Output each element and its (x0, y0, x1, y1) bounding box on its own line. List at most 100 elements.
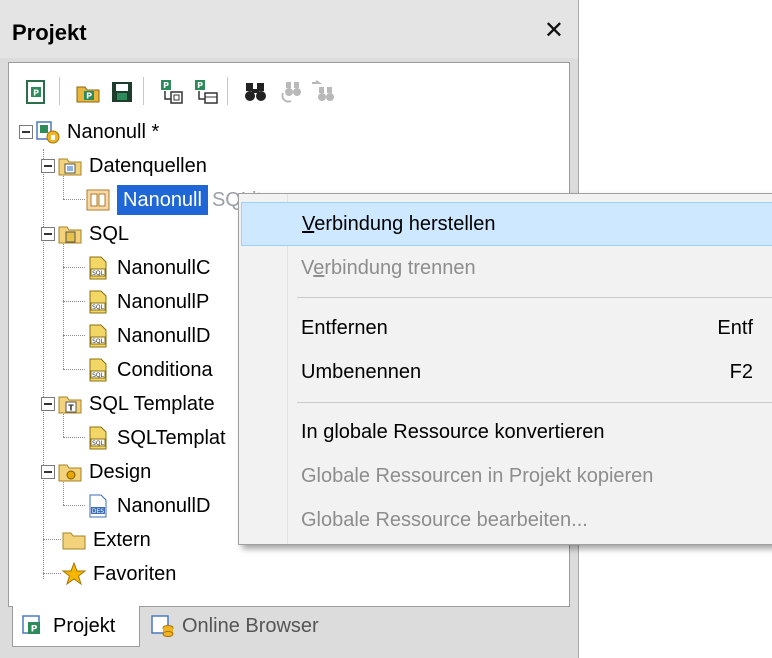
menu-item-umbenennen[interactable]: Umbenennen F2 (241, 350, 772, 394)
svg-text:T: T (68, 404, 74, 413)
save-project-icon[interactable] (109, 79, 135, 105)
menu-item-globale-ressourcen-kopieren[interactable]: Globale Ressourcen in Projekt kopieren (241, 454, 772, 498)
tree-item-datenquellen[interactable]: Datenquellen (41, 149, 207, 183)
menu-item-label: Entfernen (301, 316, 388, 339)
toolbar-separator (59, 77, 60, 105)
svg-text:SQL: SQL (92, 372, 105, 379)
svg-text:SQL: SQL (92, 338, 105, 345)
menu-item-shortcut: F2 (729, 360, 753, 383)
tree-item-label: NanonullC (117, 257, 211, 279)
open-project-icon[interactable]: P (75, 79, 101, 105)
tree-item-label: Nanonull * (67, 121, 160, 143)
menu-item-verbindung-herstellen[interactable]: Verbindung herstellen (241, 202, 772, 246)
tree-item-label: SQL Template (89, 393, 215, 415)
tree-connector (63, 301, 85, 302)
sql-file-icon: SQL (85, 323, 111, 349)
sql-file-icon: SQL (85, 289, 111, 315)
find-prev-icon[interactable] (309, 79, 335, 105)
menu-item-label: Umbenennen (301, 360, 422, 383)
menu-item-label: Verbindung trennen (301, 256, 476, 279)
design-file-icon: DES (85, 493, 111, 519)
tree-item-sql-file[interactable]: SQL NanonullC (85, 251, 210, 285)
add-folder-icon[interactable]: P (193, 79, 219, 105)
panel-tabs: P Projekt Online Browser (8, 606, 568, 650)
tree-item-label: NanonullD (117, 495, 211, 517)
context-menu: Verbindung herstellen Verbindung trennen… (238, 193, 772, 545)
menu-item-label: Globale Ressource bearbeiten... (301, 508, 588, 531)
sql-folder-icon (57, 221, 83, 247)
folder-icon (61, 527, 87, 553)
menu-separator (297, 402, 772, 403)
collapse-toggle[interactable] (41, 227, 55, 241)
tab-online-browser[interactable]: Online Browser (142, 606, 372, 646)
tree-item-root[interactable]: Nanonull * (19, 115, 159, 149)
tree-item-sql-file[interactable]: SQL NanonullD (85, 319, 210, 353)
tree-item-label-selected: Nanonull (117, 185, 208, 215)
sql-template-file-icon: SQL (85, 425, 111, 451)
tree-connector (43, 573, 61, 574)
tree-item-sql-file[interactable]: SQL NanonullP (85, 285, 209, 319)
tree-item-label: SQLTemplat (117, 427, 226, 449)
datasource-folder-icon (57, 153, 83, 179)
collapse-toggle[interactable] (41, 397, 55, 411)
tree-item-label: Datenquellen (89, 155, 207, 177)
panel-titlebar: Projekt ✕ (0, 0, 578, 58)
menu-item-globale-ressource-bearbeiten[interactable]: Globale Ressource bearbeiten... (241, 498, 772, 542)
sql-file-icon: SQL (85, 255, 111, 281)
collapse-toggle[interactable] (41, 159, 55, 173)
close-icon[interactable]: ✕ (544, 16, 564, 45)
tree-item-design[interactable]: Design (41, 455, 151, 489)
svg-text:SQL: SQL (92, 440, 105, 447)
svg-text:SQL: SQL (92, 270, 105, 277)
tree-item-label: SQL (89, 223, 130, 245)
tree-item-sql[interactable]: SQL (41, 217, 129, 251)
tree-connector (43, 149, 44, 579)
collapse-toggle[interactable] (19, 125, 33, 139)
tree-connector (63, 437, 85, 438)
tree-item-label: Favoriten (93, 563, 177, 585)
find-next-icon[interactable] (277, 79, 303, 105)
menu-item-label: In globale Ressource konvertieren (301, 420, 605, 443)
tree-item-design-file[interactable]: DES NanonullD (85, 489, 210, 523)
tree-item-favoriten[interactable]: Favoriten (61, 557, 176, 591)
svg-text:P: P (197, 81, 203, 90)
menu-item-label: Globale Ressourcen in Projekt kopieren (301, 464, 654, 487)
tree-connector (63, 267, 85, 268)
sql-file-icon: SQL (85, 357, 111, 383)
tree-connector (63, 505, 85, 506)
svg-text:P: P (86, 92, 92, 101)
design-folder-icon (57, 459, 83, 485)
find-icon[interactable] (243, 79, 269, 105)
menu-item-in-globale-ressource-konvertieren[interactable]: In globale Ressource konvertieren (241, 410, 772, 454)
svg-text:SQL: SQL (92, 304, 105, 311)
tree-item-sql-template-file[interactable]: SQL SQLTemplat (85, 421, 226, 455)
tree-item-label: Extern (93, 529, 151, 551)
toolbar-separator (143, 77, 144, 105)
collapse-toggle[interactable] (41, 465, 55, 479)
add-files-icon[interactable]: P (159, 79, 185, 105)
menu-item-shortcut: Entf (717, 316, 753, 339)
tab-projekt[interactable]: P Projekt (12, 606, 140, 647)
svg-text:P: P (33, 89, 39, 98)
star-icon (61, 561, 87, 587)
tree-item-extern[interactable]: Extern (61, 523, 151, 557)
online-browser-icon (150, 613, 176, 639)
tree-item-sql-templates[interactable]: T SQL Template (41, 387, 215, 421)
menu-item-verbindung-trennen[interactable]: Verbindung trennen (241, 246, 772, 290)
svg-text:P: P (163, 81, 169, 90)
panel-title: Projekt (12, 20, 87, 45)
new-project-icon[interactable]: P (23, 79, 49, 105)
menu-item-label: Verbindung herstellen (302, 212, 496, 235)
tree-connector (63, 241, 64, 369)
tab-label: Online Browser (182, 614, 319, 637)
tree-item-label: Design (89, 461, 152, 483)
menu-item-entfernen[interactable]: Entfernen Entf (241, 306, 772, 350)
tree-connector (63, 335, 85, 336)
tree-item-sql-file[interactable]: SQL Conditiona (85, 353, 213, 387)
tree-connector (63, 199, 85, 200)
template-folder-icon: T (57, 391, 83, 417)
project-icon (35, 119, 61, 145)
toolbar-separator (227, 77, 228, 105)
project-toolbar: P P P P (9, 63, 569, 115)
tree-connector (43, 539, 61, 540)
